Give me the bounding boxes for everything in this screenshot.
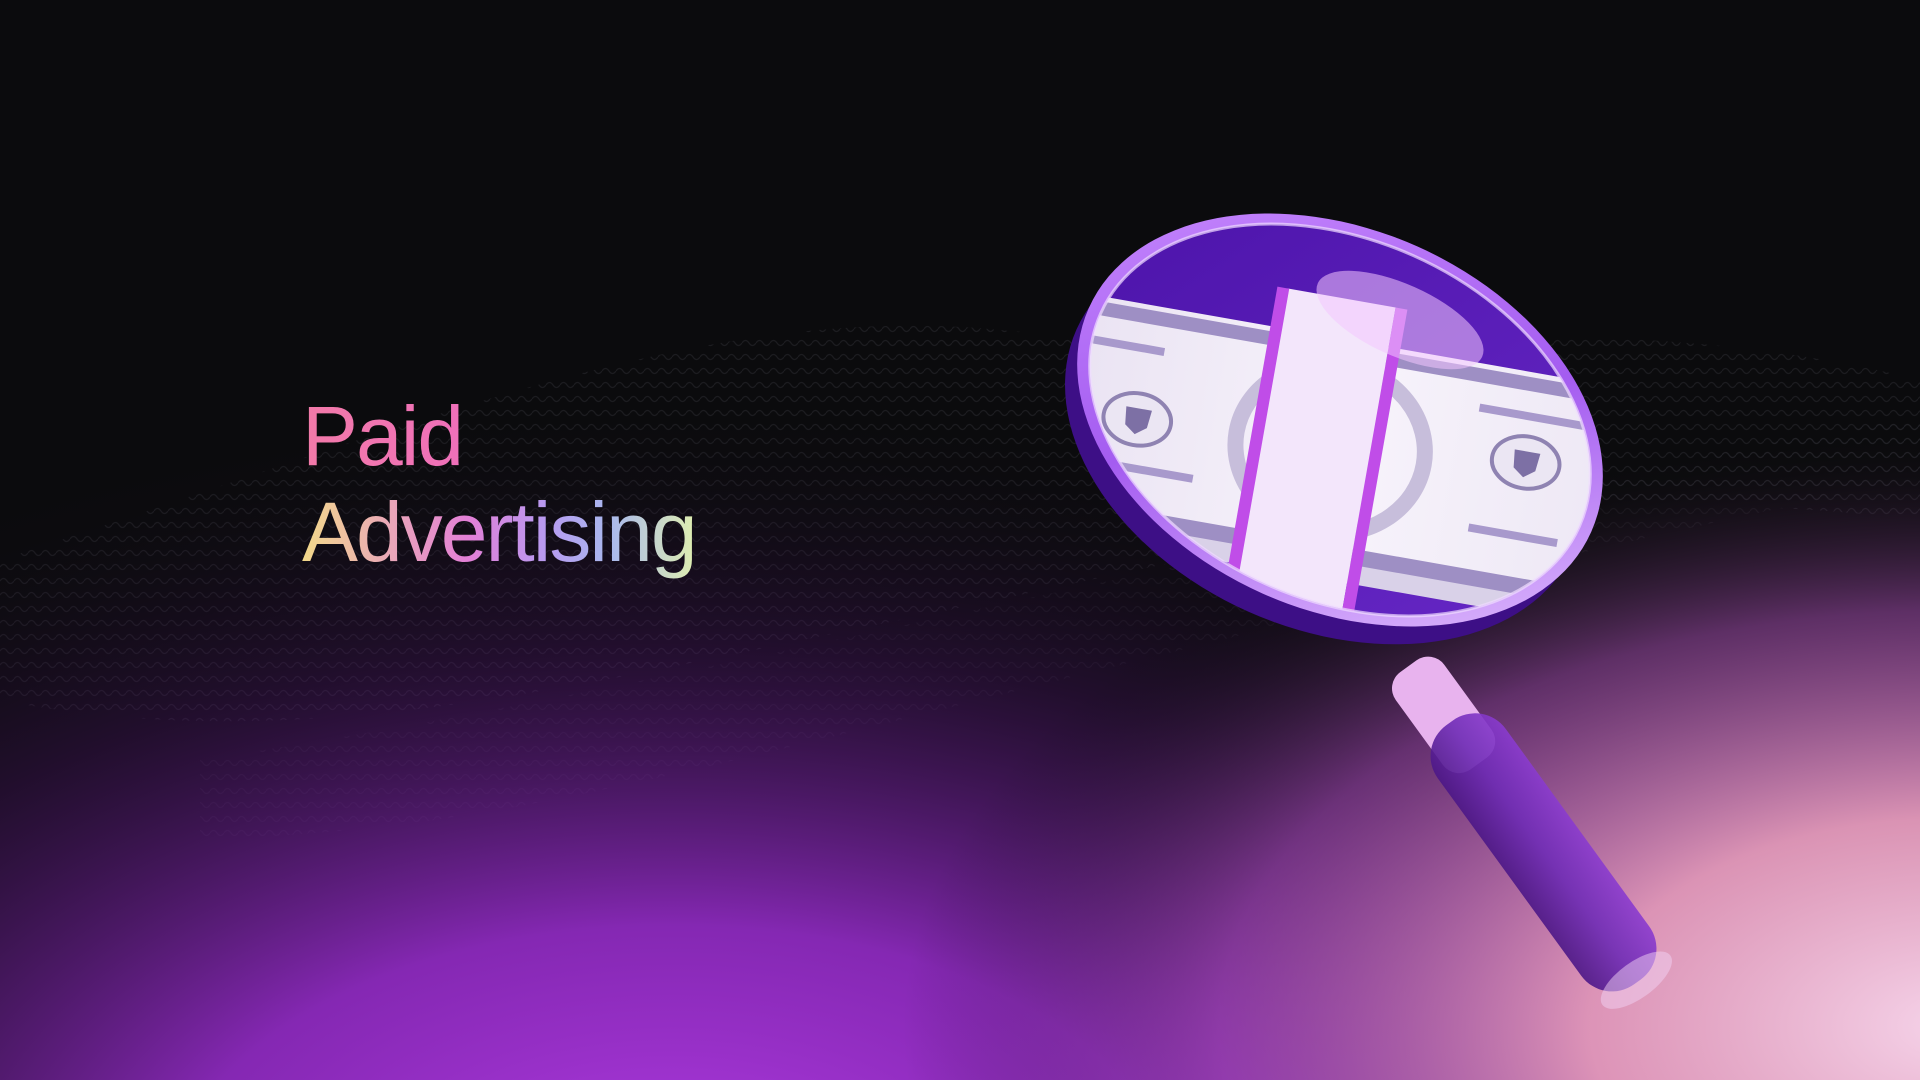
hero-banner: Paid Advertising [0,0,1920,1080]
title-line-paid: Paid [302,388,696,484]
title-line-advertising: Advertising [302,485,698,579]
page-title: Paid Advertising [302,388,698,580]
background-art [0,0,1920,1080]
